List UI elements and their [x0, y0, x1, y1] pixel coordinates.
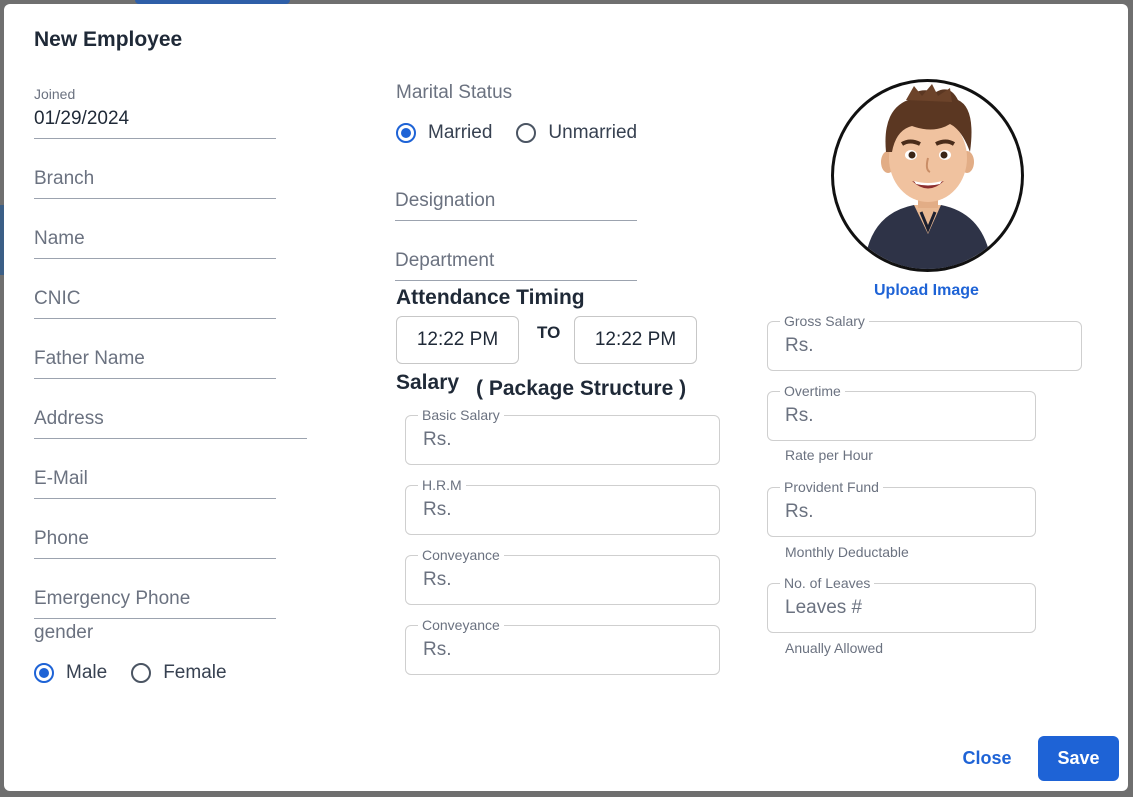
gender-female-label: Female — [163, 662, 227, 683]
salary-heading: Salary — [396, 371, 460, 394]
avatar-person-icon — [864, 84, 992, 269]
attendance-to-time[interactable]: 12:22 PM — [574, 316, 697, 364]
radio-unchecked-icon — [516, 123, 537, 143]
cnic-field[interactable]: CNIC — [34, 282, 276, 319]
leaves-field[interactable]: No. of Leaves Leaves # — [767, 575, 1036, 633]
marital-unmarried-label: Unmarried — [548, 122, 638, 143]
dialog-title: New Employee — [34, 28, 183, 51]
provident-fund-field[interactable]: Provident Fund Rs. — [767, 479, 1036, 537]
conveyance-placeholder-2: Rs. — [423, 639, 452, 660]
marital-unmarried-radio[interactable]: Unmarried — [516, 122, 637, 144]
marital-radio-group: Married Unmarried — [396, 122, 661, 144]
conveyance-field-1[interactable]: Conveyance Rs. — [405, 547, 720, 605]
overtime-field[interactable]: Overtime Rs. — [767, 383, 1036, 441]
department-placeholder: Department — [395, 250, 495, 271]
basic-salary-field[interactable]: Basic Salary Rs. — [405, 407, 720, 465]
address-field[interactable]: Address — [34, 402, 307, 439]
father-name-field[interactable]: Father Name — [34, 342, 276, 379]
email-placeholder: E-Mail — [34, 468, 88, 489]
leaves-label: No. of Leaves — [780, 575, 875, 591]
provident-fund-label: Provident Fund — [780, 479, 883, 495]
emergency-phone-placeholder: Emergency Phone — [34, 588, 191, 609]
joined-date-field[interactable]: Joined 01/29/2024 — [34, 86, 276, 139]
employee-avatar[interactable] — [831, 79, 1024, 272]
branch-placeholder: Branch — [34, 168, 95, 189]
overtime-label: Overtime — [780, 383, 845, 399]
department-field[interactable]: Department — [395, 244, 637, 281]
designation-placeholder: Designation — [395, 190, 496, 211]
leaves-placeholder: Leaves # — [785, 597, 863, 618]
attendance-heading: Attendance Timing — [396, 286, 585, 309]
gross-salary-placeholder: Rs. — [785, 335, 814, 356]
marital-married-radio[interactable]: Married — [396, 122, 492, 144]
basic-salary-label: Basic Salary — [418, 407, 504, 423]
name-placeholder: Name — [34, 228, 85, 249]
leaves-helper: Anually Allowed — [785, 640, 884, 656]
gross-salary-field[interactable]: Gross Salary Rs. — [767, 313, 1082, 371]
hrm-field[interactable]: H.R.M Rs. — [405, 477, 720, 535]
gender-female-radio[interactable]: Female — [131, 662, 227, 684]
salary-subheading: ( Package Structure ) — [476, 377, 687, 400]
father-name-placeholder: Father Name — [34, 348, 145, 369]
attendance-to-label: TO — [537, 323, 561, 342]
email-field[interactable]: E-Mail — [34, 462, 276, 499]
overtime-helper: Rate per Hour — [785, 447, 873, 463]
joined-value: 01/29/2024 — [34, 108, 130, 129]
phone-field[interactable]: Phone — [34, 522, 276, 559]
marital-married-label: Married — [428, 122, 493, 143]
address-placeholder: Address — [34, 408, 104, 429]
gender-male-radio[interactable]: Male — [34, 662, 107, 684]
gender-radio-group: Male Female — [34, 662, 251, 684]
joined-label: Joined — [34, 86, 76, 102]
branch-field[interactable]: Branch — [34, 162, 276, 199]
radio-unchecked-icon — [131, 663, 152, 683]
gender-label: gender — [34, 622, 94, 643]
basic-salary-placeholder: Rs. — [423, 429, 452, 450]
close-button[interactable]: Close — [954, 740, 1020, 776]
designation-field[interactable]: Designation — [395, 184, 637, 221]
radio-checked-icon — [34, 663, 54, 683]
gross-salary-label: Gross Salary — [780, 313, 869, 329]
new-employee-dialog: New Employee Joined 01/29/2024 Branch Na… — [4, 4, 1128, 791]
conveyance-field-2[interactable]: Conveyance Rs. — [405, 617, 720, 675]
provident-fund-placeholder: Rs. — [785, 501, 814, 522]
marital-status-label: Marital Status — [396, 82, 513, 103]
phone-placeholder: Phone — [34, 528, 89, 549]
radio-checked-icon — [396, 123, 416, 143]
upload-image-link[interactable]: Upload Image — [874, 282, 979, 300]
hrm-label: H.R.M — [418, 477, 466, 493]
provident-fund-helper: Monthly Deductable — [785, 544, 909, 560]
hrm-placeholder: Rs. — [423, 499, 452, 520]
emergency-phone-field[interactable]: Emergency Phone — [34, 582, 276, 619]
save-button[interactable]: Save — [1038, 736, 1119, 781]
gender-male-label: Male — [66, 662, 108, 683]
attendance-from-time[interactable]: 12:22 PM — [396, 316, 519, 364]
overtime-placeholder: Rs. — [785, 405, 814, 426]
cnic-placeholder: CNIC — [34, 288, 81, 309]
conveyance-label-2: Conveyance — [418, 617, 504, 633]
conveyance-placeholder-1: Rs. — [423, 569, 452, 590]
conveyance-label-1: Conveyance — [418, 547, 504, 563]
name-field[interactable]: Name — [34, 222, 276, 259]
